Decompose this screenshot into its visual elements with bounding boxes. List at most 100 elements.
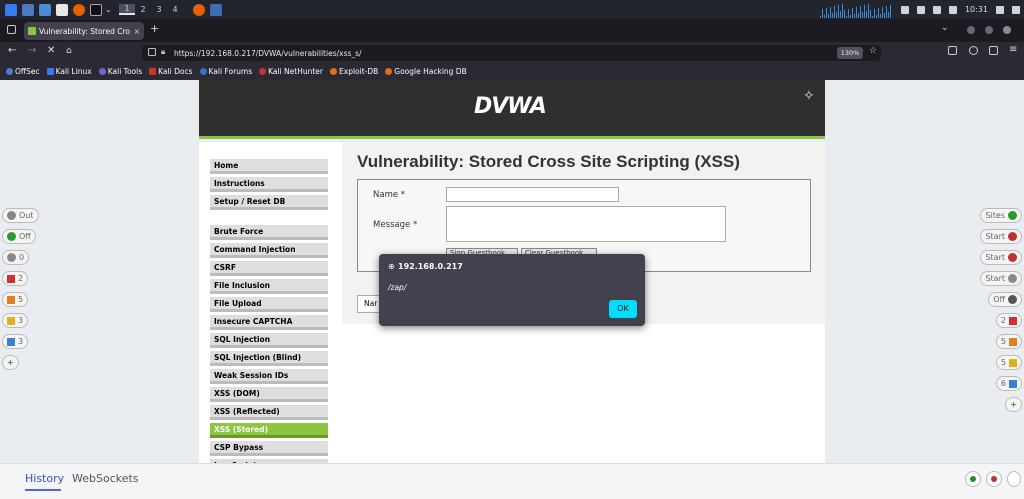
- zap-left-scope-button[interactable]: Out: [2, 208, 39, 223]
- notification-bell-icon[interactable]: [932, 5, 941, 14]
- maximize-icon[interactable]: [985, 26, 993, 34]
- zap-left-break-button[interactable]: Off: [2, 229, 36, 244]
- new-tab-plus-icon[interactable]: +: [150, 22, 159, 35]
- zap-right-add-button[interactable]: +: [1005, 397, 1022, 412]
- forward-arrow-icon[interactable]: →: [28, 45, 36, 56]
- zap-right-spider-button[interactable]: Start: [980, 229, 1022, 244]
- padlock-icon[interactable]: 🔒︎: [161, 47, 165, 57]
- break-icon[interactable]: [986, 471, 1002, 487]
- tab-history[interactable]: History: [25, 472, 64, 485]
- ajax-spider-icon: [1008, 253, 1017, 262]
- menu-item-sql-injection[interactable]: SQL Injection: [210, 333, 328, 348]
- menu-item-command-injection[interactable]: Command Injection: [210, 243, 328, 258]
- zap-right-attack-mode-button[interactable]: Off: [988, 292, 1022, 307]
- back-arrow-icon[interactable]: ←: [8, 45, 16, 56]
- menu-item-xss-stored[interactable]: XSS (Stored): [210, 423, 328, 438]
- system-taskbar: ⌄ 1 2 3 4 10:31: [0, 0, 1024, 19]
- tab-list-chevron-icon[interactable]: ⌄: [941, 23, 949, 33]
- settings-icon[interactable]: [1007, 471, 1021, 487]
- pocket-icon[interactable]: [948, 46, 957, 55]
- menu-item-xss-dom[interactable]: XSS (DOM): [210, 387, 328, 402]
- record-icon[interactable]: [965, 471, 981, 487]
- desktop-icon[interactable]: [22, 3, 34, 16]
- firefox-icon[interactable]: [73, 3, 85, 16]
- menu-item-weak-session-ids[interactable]: Weak Session IDs: [210, 369, 328, 384]
- zap-right-active-scan-button[interactable]: Start: [980, 271, 1022, 286]
- firefox-window-icon[interactable]: [193, 3, 205, 16]
- zap-left-add-button[interactable]: +: [2, 355, 19, 370]
- message-textarea[interactable]: [446, 206, 726, 242]
- extensions-icon[interactable]: [989, 46, 998, 55]
- lock-icon[interactable]: [996, 5, 1004, 14]
- tab-bar: + ⌄: [0, 19, 1024, 42]
- chevron-down-icon[interactable]: ⌄: [105, 5, 113, 14]
- zap-window-icon[interactable]: [210, 3, 222, 16]
- bookmark-offsec[interactable]: OffSec: [6, 67, 40, 76]
- volume-icon[interactable]: [916, 5, 925, 14]
- battery-icon[interactable]: [948, 5, 957, 14]
- tab-overview-icon[interactable]: [7, 25, 16, 34]
- browser-tab-active[interactable]: Vulnerability: Stored Cro ×: [24, 22, 144, 40]
- zap-left-show-hidden-button[interactable]: 0: [2, 250, 30, 265]
- menu-item-xss-reflected[interactable]: XSS (Reflected): [210, 405, 328, 420]
- account-icon[interactable]: [969, 46, 978, 55]
- dvwa-logo[interactable]: DVWA: [474, 94, 547, 119]
- terminal-icon[interactable]: [90, 3, 102, 16]
- zap-left-alerts-medium-button[interactable]: 5: [2, 292, 29, 307]
- app-menu-icon[interactable]: ≡: [1009, 44, 1017, 55]
- dialog-ok-button[interactable]: OK: [609, 300, 637, 318]
- workspace-3[interactable]: 3: [151, 5, 167, 14]
- menu-item-csp-bypass[interactable]: CSP Bypass: [210, 441, 328, 456]
- tab-websockets[interactable]: WebSockets: [72, 472, 139, 485]
- alert-dialog: ⊕ 192.168.0.217 /zap/ OK: [379, 254, 645, 326]
- menu-item-home[interactable]: Home: [210, 159, 328, 174]
- tab-close-icon[interactable]: ×: [134, 27, 140, 36]
- clock[interactable]: 10:31: [965, 5, 988, 14]
- workspace-2[interactable]: 2: [135, 5, 151, 14]
- power-icon[interactable]: [1012, 5, 1020, 14]
- text-editor-icon[interactable]: [56, 3, 68, 16]
- bookmark-kali-forums[interactable]: Kali Forums: [199, 67, 252, 76]
- zap-right-ajax-spider-button[interactable]: Start: [980, 250, 1022, 265]
- name-input[interactable]: [446, 187, 619, 202]
- screen-icon[interactable]: [900, 5, 909, 14]
- minimize-icon[interactable]: [967, 26, 975, 34]
- zap-left-alerts-high-button[interactable]: 2: [2, 271, 29, 286]
- zap-right-alerts-info-button[interactable]: 6: [995, 376, 1022, 391]
- kali-menu-icon[interactable]: [5, 3, 17, 16]
- bookmark-exploit-db[interactable]: Exploit-DB: [330, 67, 378, 76]
- workspace-1[interactable]: 1: [119, 4, 135, 15]
- zap-left-alerts-low-button[interactable]: 3: [2, 313, 29, 328]
- menu-item-file-upload[interactable]: File Upload: [210, 297, 328, 312]
- zap-right-alerts-medium-button[interactable]: 5: [995, 334, 1022, 349]
- bookmark-kali-linux[interactable]: Kali Linux: [46, 67, 92, 76]
- zap-left-alerts-info-button[interactable]: 3: [2, 334, 29, 349]
- stop-loading-icon[interactable]: ✕: [47, 45, 55, 56]
- bookmark-star-icon[interactable]: ☆: [869, 46, 877, 56]
- bookmark-google-hacking-db[interactable]: Google Hacking DB: [385, 67, 467, 76]
- zoom-indicator[interactable]: 130%: [837, 47, 863, 59]
- home-icon[interactable]: ⌂: [66, 46, 72, 56]
- bookmark-kali-docs[interactable]: Kali Docs: [149, 67, 193, 76]
- url-text[interactable]: https://192.168.0.217/DVWA/vulnerabiliti…: [174, 49, 362, 58]
- menu-item-file-inclusion[interactable]: File Inclusion: [210, 279, 328, 294]
- zap-right-site-tree-button[interactable]: Sites: [980, 208, 1022, 223]
- bookmark-kali-tools[interactable]: Kali Tools: [98, 67, 142, 76]
- alerts-low-icon: [7, 316, 15, 325]
- menu-item-insecure-captcha[interactable]: Insecure CAPTCHA: [210, 315, 328, 330]
- bookmark-kali-nethunter[interactable]: Kali NetHunter: [259, 67, 323, 76]
- menu-item-csrf[interactable]: CSRF: [210, 261, 328, 276]
- workspace-4[interactable]: 4: [167, 5, 183, 14]
- theme-toggle-icon[interactable]: ✧: [803, 88, 815, 104]
- menu-item-brute-force[interactable]: Brute Force: [210, 225, 328, 240]
- kali-forums-icon: [199, 68, 207, 75]
- zap-right-alerts-low-button[interactable]: 5: [995, 355, 1022, 370]
- menu-item-sql-injection-blind[interactable]: SQL Injection (Blind): [210, 351, 328, 366]
- file-manager-icon[interactable]: [39, 3, 51, 16]
- zap-right-alerts-high-button[interactable]: 2: [995, 313, 1022, 328]
- address-bar[interactable]: 🔒︎ https://192.168.0.217/DVWA/vulnerabil…: [142, 45, 881, 61]
- menu-item-instructions[interactable]: Instructions: [210, 177, 328, 192]
- site-info-icon[interactable]: [148, 48, 156, 56]
- window-close-icon[interactable]: [1003, 26, 1011, 34]
- menu-item-setup-reset-db[interactable]: Setup / Reset DB: [210, 195, 328, 210]
